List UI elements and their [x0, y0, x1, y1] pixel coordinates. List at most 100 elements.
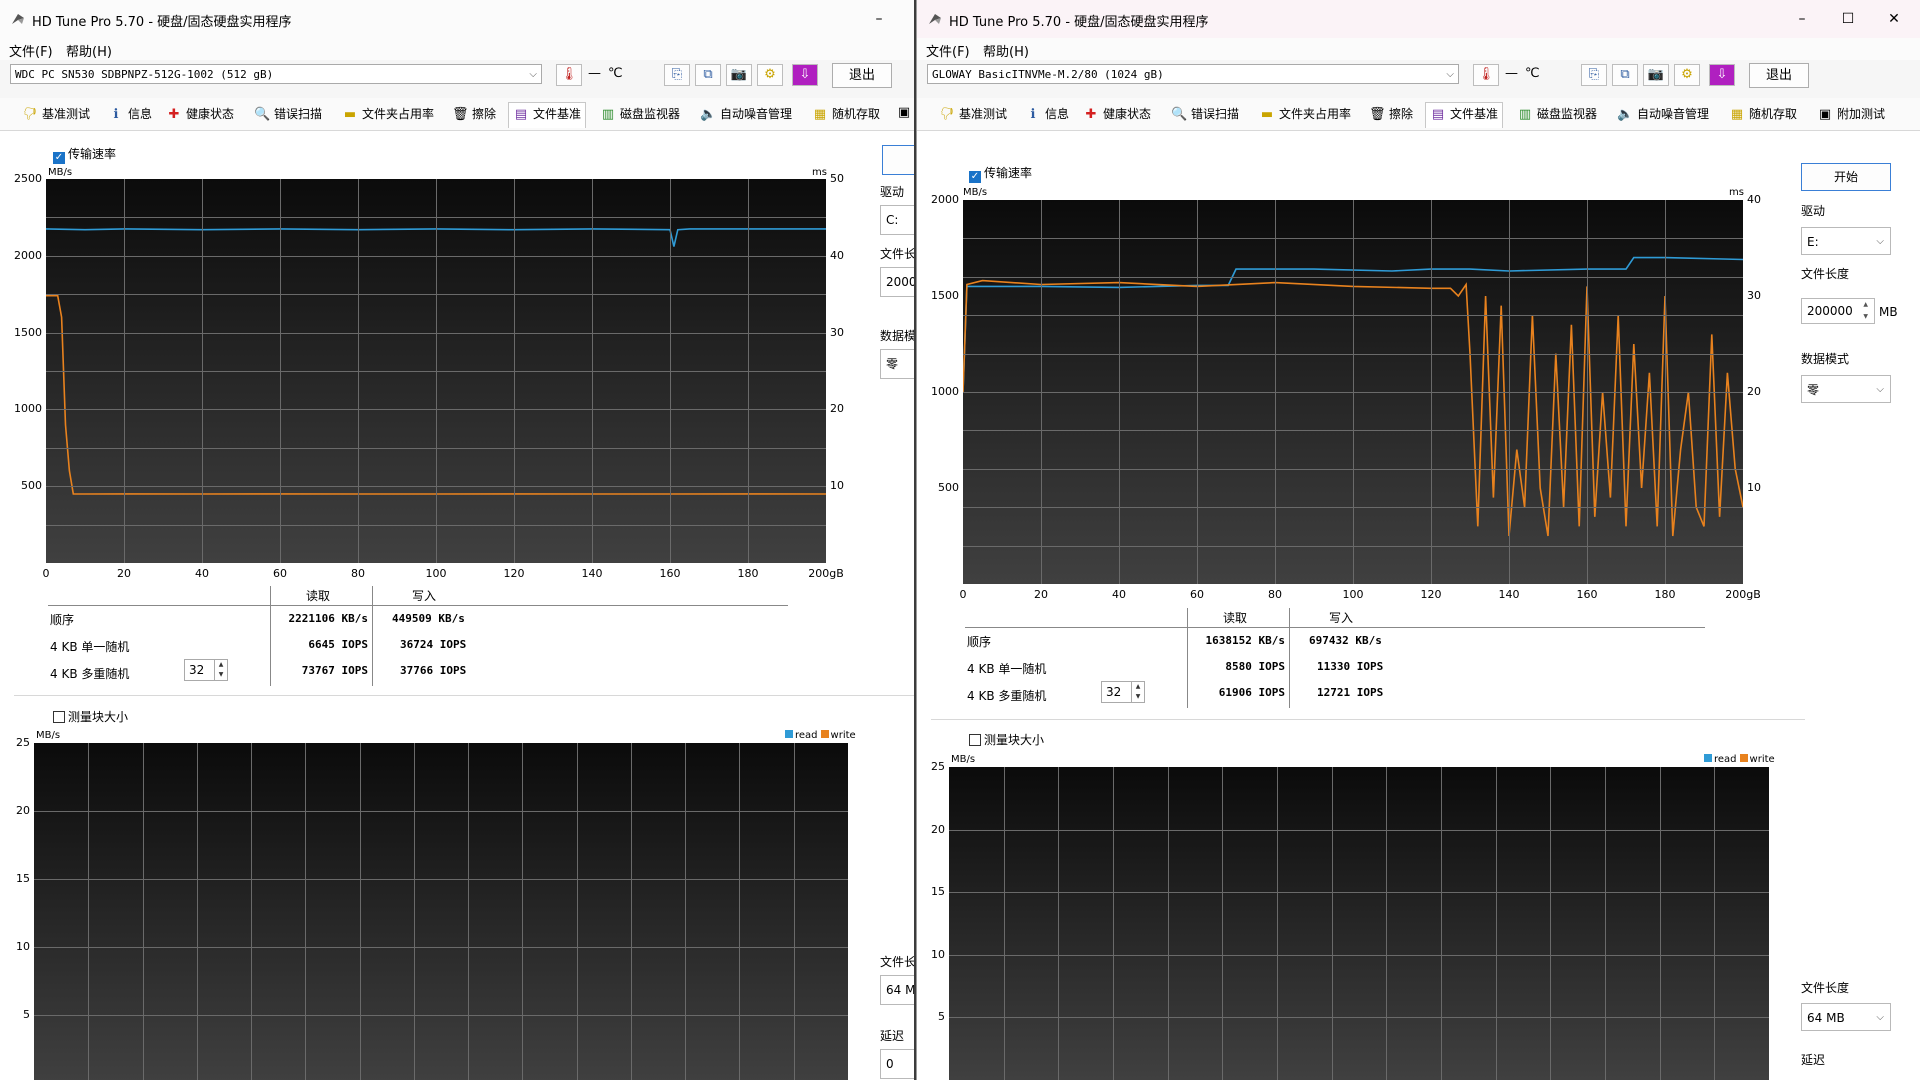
tab-folder-usage[interactable]: ▬ 文件夹占用率	[342, 105, 434, 125]
bottom-y-axis-tick-label: 25	[16, 736, 30, 749]
tab-erase[interactable]: 🗑 擦除	[1369, 105, 1413, 125]
checkbox-unchecked-icon	[969, 734, 981, 746]
thermometer-icon[interactable]: 🌡	[1473, 64, 1499, 86]
file-benchmark-panel: ✓ 传输速率 MB/s ms 读取 写入 顺序 4 KB 单一随机 4 KB 多重…	[0, 131, 914, 1080]
save-down-icon[interactable]: ⇩	[1709, 64, 1735, 86]
thermometer-icon[interactable]: 🌡	[556, 64, 582, 86]
section-divider	[14, 695, 914, 696]
data-mode-field[interactable]: 零	[880, 349, 914, 379]
title-bar[interactable]: HD Tune Pro 5.70 - 硬盘/固态硬盘实用程序 –	[0, 0, 914, 38]
grid-line-horizontal	[949, 892, 1769, 894]
copy-image-icon[interactable]: ⧉	[695, 64, 721, 86]
menu-help[interactable]: 帮助(H)	[983, 41, 1029, 60]
tab-error-scan[interactable]: 🔍 错误扫描	[1171, 105, 1239, 125]
tab-noise-management[interactable]: 🔈 自动噪音管理	[700, 105, 792, 125]
queue-depth-stepper[interactable]: 32 ▲ ▼	[1101, 681, 1145, 703]
transfer-rate-checkbox[interactable]: ✓ 传输速率	[53, 145, 116, 164]
temperature-unit: ℃	[608, 66, 623, 81]
tab-error-scan[interactable]: 🔍 错误扫描	[254, 105, 322, 125]
tab-disk-monitor[interactable]: ▥ 磁盘监视器	[1517, 105, 1597, 125]
block-size-checkbox[interactable]: 测量块大小	[53, 708, 128, 725]
copy-text-icon[interactable]: ⎘	[1581, 64, 1607, 86]
tab-extra-tests-partial[interactable]: ▣	[896, 105, 914, 125]
random-access-icon: ▦	[1730, 107, 1744, 122]
grid-line-horizontal	[949, 829, 1769, 831]
results-header-line	[965, 627, 1705, 628]
tab-extra-tests[interactable]: ▣ 附加测试	[1817, 105, 1885, 125]
x-axis-tick-label: 20	[1034, 588, 1048, 601]
stepper-arrows-icon[interactable]: ▲ ▼	[1863, 299, 1868, 323]
tab-random-access[interactable]: ▦ 随机存取	[1729, 105, 1797, 125]
erase-icon: 🗑	[1369, 107, 1386, 122]
grid-line-vertical	[630, 743, 632, 1080]
menu-file[interactable]: 文件(F)	[926, 41, 970, 60]
copy-image-icon[interactable]: ⧉	[1612, 64, 1638, 86]
tab-health[interactable]: ✚ 健康状态	[1083, 105, 1151, 125]
stepper-arrows-icon[interactable]: ▲ ▼	[1131, 682, 1144, 702]
tab-file-benchmark[interactable]: ▤ 文件基准	[1425, 102, 1504, 128]
tab-noise-management[interactable]: 🔈 自动噪音管理	[1617, 105, 1709, 125]
minimize-button[interactable]: –	[1779, 6, 1825, 32]
copy-text-icon[interactable]: ⎘	[664, 64, 690, 86]
drive-field[interactable]: C:	[880, 205, 914, 235]
bottom-file-length-label: 文件长度	[1801, 981, 1850, 995]
x-axis-tick-label: 60	[1190, 588, 1204, 601]
grid-line-horizontal	[963, 468, 1743, 470]
block-size-checkbox[interactable]: 测量块大小	[969, 731, 1044, 748]
grid-line-vertical	[685, 743, 687, 1080]
close-button[interactable]: ✕	[1871, 6, 1917, 32]
maximize-button[interactable]: ☐	[1825, 6, 1871, 32]
drive-select[interactable]: GLOWAY BasicITNVMe-M.2/80 (1024 gB) ⌵	[927, 64, 1459, 84]
options-icon[interactable]: ⚙	[1674, 64, 1700, 86]
grid-line-horizontal	[949, 1017, 1769, 1019]
y2-axis-tick-label: 10	[1747, 481, 1761, 494]
tab-folder-usage[interactable]: ▬ 文件夹占用率	[1259, 105, 1351, 125]
exit-button[interactable]: 退出	[832, 63, 892, 88]
title-bar[interactable]: HD Tune Pro 5.70 - 硬盘/固态硬盘实用程序 – ☐ ✕	[917, 0, 1920, 38]
noise-icon: 🔈	[700, 107, 717, 122]
tab-random-access[interactable]: ▦ 随机存取	[812, 105, 880, 125]
delay-field[interactable]: 0	[880, 1049, 914, 1079]
camera-icon[interactable]: 📷	[1643, 64, 1669, 86]
tab-info[interactable]: ℹ 信息	[1025, 105, 1070, 125]
x-axis-tick-label: 60	[273, 567, 287, 580]
bottom-y-unit-mbs: MB/s	[951, 754, 976, 765]
bottom-file-length-field[interactable]: 64 M	[880, 975, 914, 1005]
sequential-label: 顺序	[50, 613, 75, 627]
file-length-field[interactable]: 200000 ▲ ▼	[1801, 298, 1875, 324]
tab-erase[interactable]: 🗑 擦除	[452, 105, 496, 125]
tab-health[interactable]: ✚ 健康状态	[166, 105, 234, 125]
bottom-y-axis-tick-label: 20	[931, 822, 945, 836]
tab-benchmark[interactable]: 🖓 基准测试	[22, 105, 90, 125]
start-button-partial[interactable]	[882, 145, 914, 175]
grid-line-vertical	[1113, 767, 1114, 1080]
menu-help[interactable]: 帮助(H)	[66, 41, 112, 60]
stepper-arrows-icon[interactable]: ▲ ▼	[214, 660, 227, 680]
exit-button[interactable]: 退出	[1749, 63, 1809, 88]
minimize-button[interactable]: –	[856, 6, 902, 32]
transfer-rate-checkbox[interactable]: ✓ 传输速率	[969, 164, 1032, 183]
erase-icon: 🗑	[452, 107, 469, 122]
checkbox-checked-icon: ✓	[969, 171, 981, 183]
grid-line-horizontal	[46, 332, 826, 334]
tab-info[interactable]: ℹ 信息	[108, 105, 153, 125]
start-button[interactable]: 开始	[1801, 163, 1891, 191]
bottom-file-length-select[interactable]: 64 MB ⌵	[1801, 1003, 1891, 1031]
grid-line-horizontal	[46, 447, 826, 449]
options-icon[interactable]: ⚙	[757, 64, 783, 86]
queue-depth-stepper[interactable]: 32 ▲ ▼	[184, 659, 228, 681]
drive-select[interactable]: E: ⌵	[1801, 227, 1891, 255]
data-mode-label: 数据模式	[1801, 352, 1850, 366]
chevron-down-icon: ⌵	[1876, 1012, 1884, 1023]
menu-file[interactable]: 文件(F)	[9, 41, 53, 60]
tab-file-benchmark[interactable]: ▤ 文件基准	[508, 102, 587, 128]
tab-disk-monitor[interactable]: ▥ 磁盘监视器	[600, 105, 680, 125]
read-header: 读取	[1223, 611, 1248, 625]
camera-icon[interactable]: 📷	[726, 64, 752, 86]
tab-benchmark[interactable]: 🖓 基准测试	[939, 105, 1007, 125]
drive-select[interactable]: WDC PC SN530 SDBPNPZ-512G-1002 (512 gB) …	[10, 64, 542, 84]
save-down-icon[interactable]: ⇩	[792, 64, 818, 86]
file-length-field[interactable]: 20000	[880, 267, 914, 297]
data-mode-select[interactable]: 零 ⌵	[1801, 375, 1891, 403]
menu-bar: 文件(F) 帮助(H)	[0, 38, 914, 60]
